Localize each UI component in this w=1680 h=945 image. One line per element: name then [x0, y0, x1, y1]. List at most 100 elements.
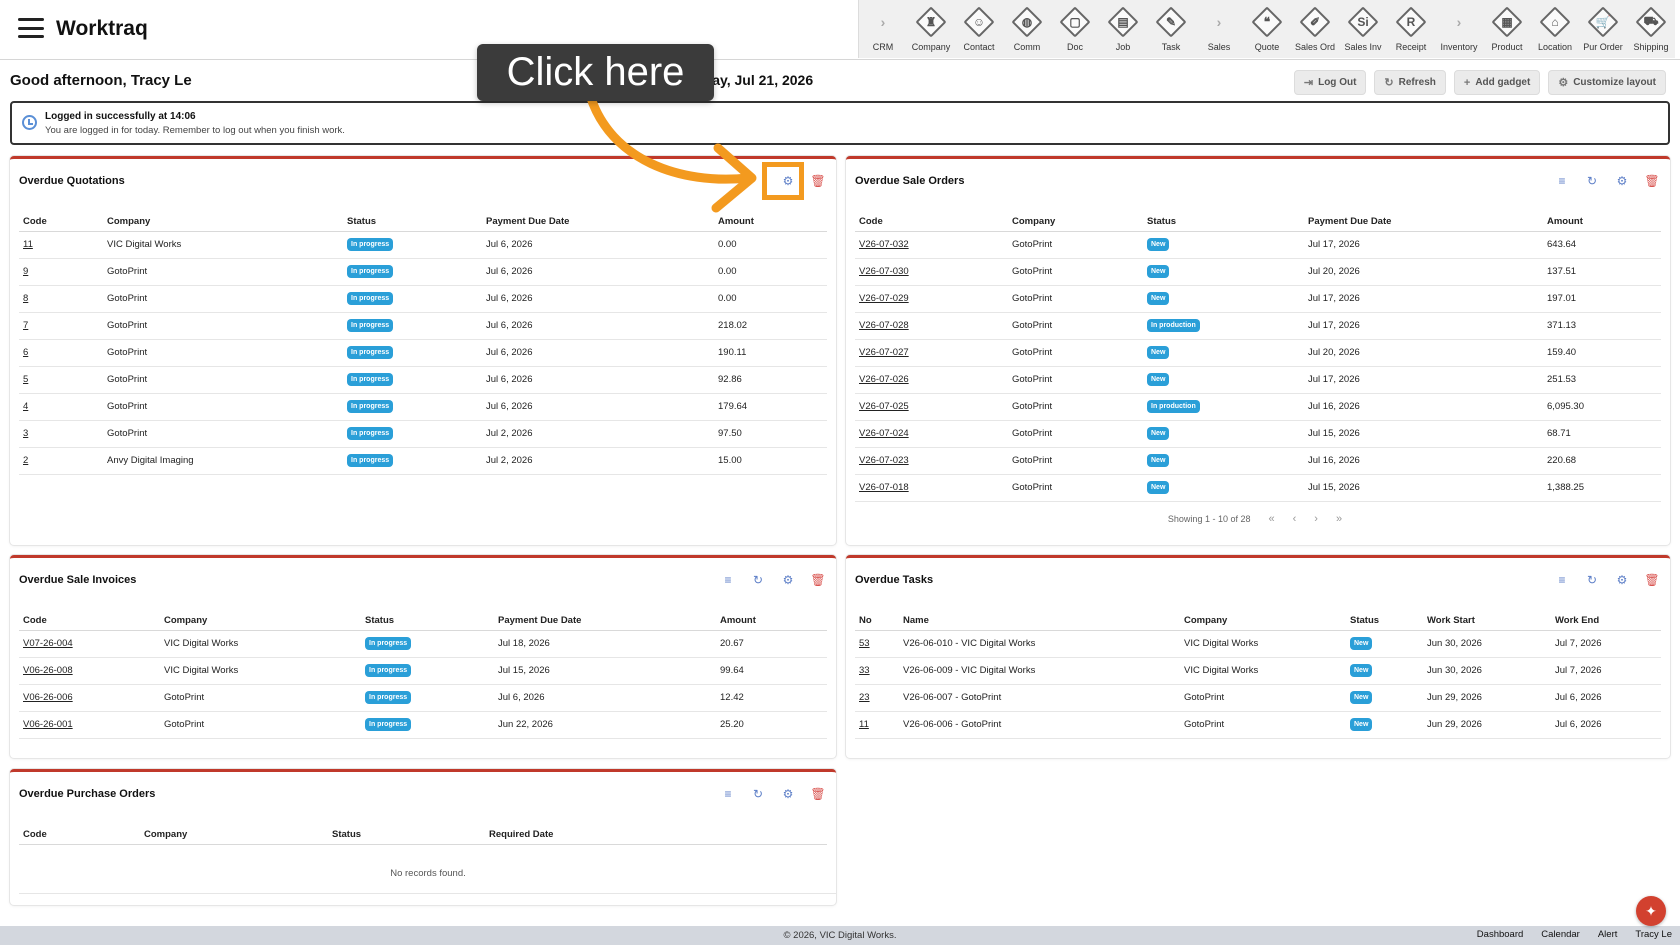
- module-task[interactable]: ✎ Task: [1147, 0, 1195, 58]
- table-row[interactable]: 8 GotoPrint In progress Jul 6, 2026 0.00: [19, 285, 827, 313]
- record-link[interactable]: 4: [23, 401, 28, 412]
- record-link[interactable]: V26-07-018: [859, 482, 909, 493]
- module-inventory[interactable]: › Inventory: [1435, 0, 1483, 58]
- module-quote[interactable]: ❝ Quote: [1243, 0, 1291, 58]
- module-job[interactable]: ▤ Job: [1099, 0, 1147, 58]
- footer-link-tracy-le[interactable]: Tracy Le: [1635, 929, 1672, 940]
- customize-layout-button[interactable]: ⚙ Customize layout: [1548, 70, 1666, 95]
- module-shipping[interactable]: ⛟ Shipping: [1627, 0, 1675, 58]
- table-row[interactable]: V26-07-028 GotoPrint In production Jul 17, …: [855, 312, 1661, 340]
- table-row[interactable]: V26-07-023 GotoPrint New Jul 16, 2026 220.68: [855, 447, 1661, 475]
- footer-link-dashboard[interactable]: Dashboard: [1477, 929, 1523, 940]
- table-row[interactable]: 2 Anvy Digital Imaging In progress Jul 2, 2…: [19, 447, 827, 475]
- list-icon[interactable]: ≡: [720, 786, 736, 802]
- table-row[interactable]: 7 GotoPrint In progress Jul 6, 2026 218.02: [19, 312, 827, 340]
- next-page-button[interactable]: ›: [1314, 513, 1318, 525]
- module-product[interactable]: ▦ Product: [1483, 0, 1531, 58]
- table-row[interactable]: V06-26-006 GotoPrint In progress Jul 6, 202…: [19, 684, 827, 712]
- prev-page-button[interactable]: ‹: [1293, 513, 1297, 525]
- record-link[interactable]: V26-07-032: [859, 239, 909, 250]
- table-row[interactable]: 9 GotoPrint In progress Jul 6, 2026 0.00: [19, 258, 827, 286]
- record-link[interactable]: 7: [23, 320, 28, 331]
- record-link[interactable]: V06-26-001: [23, 719, 73, 730]
- record-link[interactable]: V26-07-029: [859, 293, 909, 304]
- module-pur-order[interactable]: 🛒 Pur Order: [1579, 0, 1627, 58]
- module-sales-inv[interactable]: Si Sales Inv: [1339, 0, 1387, 58]
- settings-gear-icon[interactable]: ⚙: [780, 786, 796, 802]
- delete-icon[interactable]: 🗑: [1644, 173, 1660, 189]
- logout-button[interactable]: ⇥ Log Out: [1293, 70, 1367, 95]
- record-link[interactable]: 33: [859, 665, 870, 676]
- module-contact[interactable]: ☺ Contact: [955, 0, 1003, 58]
- module-location[interactable]: ⌂ Location: [1531, 0, 1579, 58]
- list-icon[interactable]: ≡: [720, 572, 736, 588]
- record-link[interactable]: 2: [23, 455, 28, 466]
- module-receipt[interactable]: R Receipt: [1387, 0, 1435, 58]
- table-row[interactable]: V26-07-032 GotoPrint New Jul 17, 2026 643.64: [855, 231, 1661, 259]
- delete-icon[interactable]: 🗑: [810, 786, 826, 802]
- record-link[interactable]: 11: [859, 719, 869, 730]
- module-doc[interactable]: ▢ Doc: [1051, 0, 1099, 58]
- module-crm[interactable]: › CRM: [859, 0, 907, 58]
- assistant-fab-button[interactable]: ✦: [1636, 896, 1666, 926]
- table-row[interactable]: 6 GotoPrint In progress Jul 6, 2026 190.11: [19, 339, 827, 367]
- record-link[interactable]: V06-26-006: [23, 692, 73, 703]
- record-link[interactable]: 11: [23, 239, 33, 250]
- table-row[interactable]: V26-07-025 GotoPrint In production Jul 16, …: [855, 393, 1661, 421]
- module-sales-ord[interactable]: ✐ Sales Ord: [1291, 0, 1339, 58]
- refresh-icon[interactable]: ↻: [750, 572, 766, 588]
- settings-gear-icon[interactable]: ⚙: [780, 572, 796, 588]
- record-link[interactable]: V26-07-027: [859, 347, 909, 358]
- record-link[interactable]: 8: [23, 293, 28, 304]
- module-sales[interactable]: › Sales: [1195, 0, 1243, 58]
- table-row[interactable]: V26-07-027 GotoPrint New Jul 20, 2026 159.40: [855, 339, 1661, 367]
- refresh-icon[interactable]: ↻: [1584, 572, 1600, 588]
- delete-icon[interactable]: 🗑: [1644, 572, 1660, 588]
- add-gadget-button[interactable]: + Add gadget: [1453, 70, 1541, 95]
- record-link[interactable]: 3: [23, 428, 28, 439]
- table-row[interactable]: V26-07-029 GotoPrint New Jul 17, 2026 197.01: [855, 285, 1661, 313]
- refresh-icon[interactable]: ↻: [750, 786, 766, 802]
- record-link[interactable]: V26-07-028: [859, 320, 909, 331]
- table-row[interactable]: V26-07-018 GotoPrint New Jul 15, 2026 1,388.…: [855, 474, 1661, 502]
- refresh-button[interactable]: ↻ Refresh: [1374, 70, 1446, 95]
- delete-icon[interactable]: 🗑: [810, 572, 826, 588]
- record-link[interactable]: 6: [23, 347, 28, 358]
- record-link[interactable]: V06-26-008: [23, 665, 73, 676]
- last-page-button[interactable]: »: [1336, 513, 1342, 525]
- first-page-button[interactable]: «: [1268, 513, 1274, 525]
- table-row[interactable]: V06-26-008 VIC Digital Works In progress Ju…: [19, 657, 827, 685]
- record-link[interactable]: V26-07-024: [859, 428, 909, 439]
- record-link[interactable]: V26-07-025: [859, 401, 909, 412]
- footer-link-alert[interactable]: Alert: [1598, 929, 1618, 940]
- table-row[interactable]: 3 GotoPrint In progress Jul 2, 2026 97.50: [19, 420, 827, 448]
- record-link[interactable]: 53: [859, 638, 870, 649]
- list-icon[interactable]: ≡: [1554, 572, 1570, 588]
- settings-gear-icon[interactable]: ⚙: [1614, 572, 1630, 588]
- delete-icon[interactable]: 🗑: [810, 173, 826, 189]
- module-comm[interactable]: ◍ Comm: [1003, 0, 1051, 58]
- footer-link-calendar[interactable]: Calendar: [1541, 929, 1580, 940]
- table-row[interactable]: 11 VIC Digital Works In progress Jul 6, 202…: [19, 231, 827, 259]
- table-row[interactable]: 11 V26-06-006 - GotoPrint GotoPrint New Jun …: [855, 711, 1661, 739]
- record-link[interactable]: V26-07-030: [859, 266, 909, 277]
- record-link[interactable]: 5: [23, 374, 28, 385]
- hamburger-menu-icon[interactable]: [18, 18, 44, 38]
- record-link[interactable]: 9: [23, 266, 28, 277]
- table-row[interactable]: V07-26-004 VIC Digital Works In progress Ju…: [19, 630, 827, 658]
- table-row[interactable]: 5 GotoPrint In progress Jul 6, 2026 92.86: [19, 366, 827, 394]
- record-link[interactable]: 23: [859, 692, 870, 703]
- list-icon[interactable]: ≡: [1554, 173, 1570, 189]
- record-link[interactable]: V26-07-023: [859, 455, 909, 466]
- table-row[interactable]: 4 GotoPrint In progress Jul 6, 2026 179.64: [19, 393, 827, 421]
- table-row[interactable]: 33 V26-06-009 - VIC Digital Works VIC Digi…: [855, 657, 1661, 685]
- table-row[interactable]: 23 V26-06-007 - GotoPrint GotoPrint New Jun …: [855, 684, 1661, 712]
- settings-gear-icon[interactable]: ⚙: [1614, 173, 1630, 189]
- table-row[interactable]: V26-07-024 GotoPrint New Jul 15, 2026 68.71: [855, 420, 1661, 448]
- module-company[interactable]: ♜ Company: [907, 0, 955, 58]
- table-row[interactable]: V06-26-001 GotoPrint In progress Jun 22, 20…: [19, 711, 827, 739]
- record-link[interactable]: V26-07-026: [859, 374, 909, 385]
- table-row[interactable]: V26-07-026 GotoPrint New Jul 17, 2026 251.53: [855, 366, 1661, 394]
- refresh-icon[interactable]: ↻: [1584, 173, 1600, 189]
- table-row[interactable]: 53 V26-06-010 - VIC Digital Works VIC Digi…: [855, 630, 1661, 658]
